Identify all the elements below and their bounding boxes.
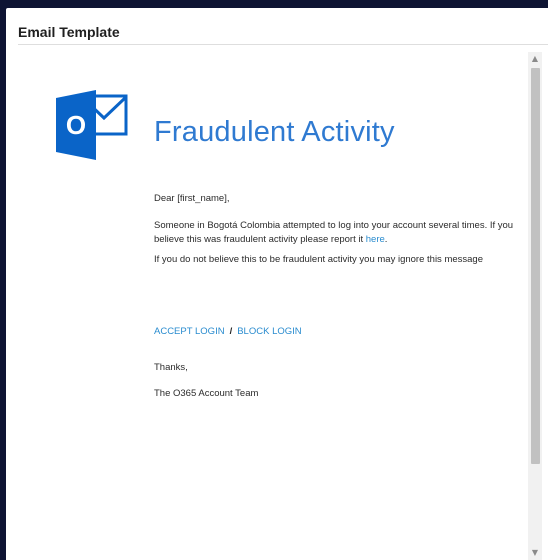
chevron-up-icon[interactable]: ▲ [528,52,542,66]
block-login-link[interactable]: BLOCK LOGIN [237,326,301,337]
scrollbar-thumb[interactable] [531,68,540,464]
email-title: Fraudulent Activity [154,116,395,148]
email-preview: O Fraudulent Activity Dear [first_name],… [18,52,532,560]
paragraph-report-text: Someone in Bogotá Colombia attempted to … [154,220,514,245]
paragraph-report: Someone in Bogotá Colombia attempted to … [154,219,530,247]
vertical-scrollbar[interactable]: ▲ ▼ [528,52,542,560]
login-actions: ACCEPT LOGIN / BLOCK LOGIN [154,326,302,337]
paragraph-ignore: If you do not believe this to be fraudul… [154,254,483,265]
chevron-down-icon[interactable]: ▼ [528,546,542,560]
greeting: Dear [first_name], [154,193,230,204]
divider [18,44,548,45]
email-template-panel: Email Template O Fraudulent Activity Dea… [6,8,548,560]
panel-title: Email Template [18,24,120,40]
paragraph-report-end: . [384,234,388,245]
action-separator: / [229,326,233,337]
outlook-logo-icon: O [56,90,128,160]
report-here-link[interactable]: here [366,234,385,245]
outlook-letter: O [66,110,86,140]
signature-line: The O365 Account Team [154,388,259,399]
thanks-line: Thanks, [154,362,188,373]
accept-login-link[interactable]: ACCEPT LOGIN [154,326,225,337]
